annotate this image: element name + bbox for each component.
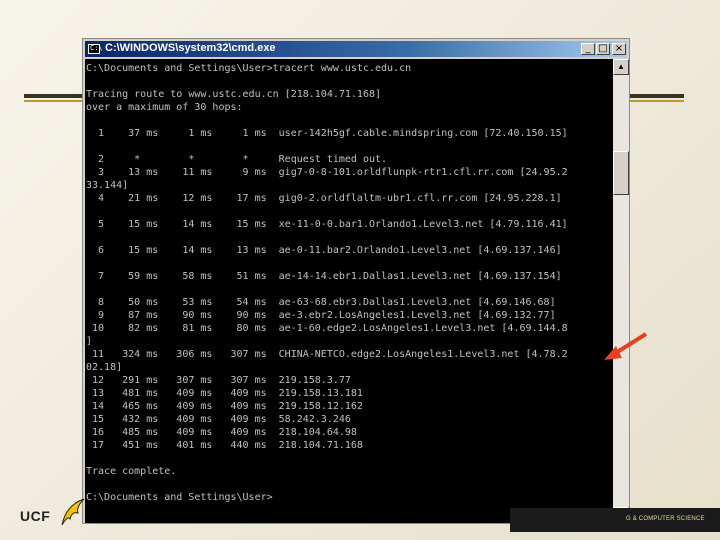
scroll-thumb[interactable]	[613, 151, 629, 195]
window-title: C:\WINDOWS\system32\cmd.exe	[105, 42, 276, 54]
console-line: 5 15 ms 14 ms 15 ms xe-11-0-0.bar1.Orlan…	[86, 219, 568, 230]
console-line: Tracing route to www.ustc.edu.cn [218.10…	[86, 89, 382, 100]
cmd-window: C:\ C:\WINDOWS\system32\cmd.exe _ □ × C:…	[82, 38, 630, 524]
console-text: C:\Documents and Settings\User>tracert w…	[85, 59, 613, 504]
console-line: 9 87 ms 90 ms 90 ms ae-3.ebr2.LosAngeles…	[86, 310, 556, 321]
arrow-shaft	[612, 332, 648, 356]
minimize-button[interactable]: _	[581, 43, 595, 55]
console-line: 15 432 ms 409 ms 409 ms 58.242.3.246	[86, 414, 351, 425]
console-line: 4 21 ms 12 ms 17 ms gig0-2.orldflaltm-ub…	[86, 193, 562, 204]
console-line: 14 465 ms 409 ms 409 ms 219.158.12.162	[86, 401, 363, 412]
console-line: 02.18]	[86, 362, 123, 373]
vertical-scrollbar[interactable]: ▲ ▼	[613, 59, 629, 523]
console-output[interactable]: C:\Documents and Settings\User>tracert w…	[85, 59, 613, 523]
console-line: over a maximum of 30 hops:	[86, 102, 243, 113]
pegasus-logo-icon	[61, 498, 85, 526]
console-line: 17 451 ms 401 ms 440 ms 218.104.71.168	[86, 440, 363, 451]
close-button[interactable]: ×	[612, 43, 626, 55]
console-line: C:\Documents and Settings\User>tracert w…	[86, 63, 412, 74]
console-line: Trace complete.	[86, 466, 177, 477]
console-line: 2 * * * Request timed out.	[86, 154, 388, 165]
console-line: 12 291 ms 307 ms 307 ms 219.158.3.77	[86, 375, 351, 386]
scroll-up-button[interactable]: ▲	[613, 59, 629, 75]
red-arrow-annotation	[604, 332, 648, 360]
console-line: 8 50 ms 53 ms 54 ms ae-63-68.ebr3.Dallas…	[86, 297, 556, 308]
ucf-logo-text: UCF	[20, 508, 51, 524]
console-icon-label: C:\	[90, 44, 103, 52]
arrow-head	[604, 346, 622, 360]
console-line: 1 37 ms 1 ms 1 ms user-142h5gf.cable.min…	[86, 128, 568, 139]
console-line: 13 481 ms 409 ms 409 ms 219.158.13.181	[86, 388, 363, 399]
maximize-button[interactable]: □	[596, 43, 610, 55]
console-icon[interactable]: C:\	[88, 44, 103, 54]
console-line: C:\Documents and Settings\User>	[86, 492, 273, 503]
console-line: 33.144]	[86, 180, 129, 191]
console-line: ]	[86, 336, 93, 347]
console-line: 16 485 ms 409 ms 409 ms 218.104.64.98	[86, 427, 357, 438]
console-line: 10 82 ms 81 ms 80 ms ae-1-60.edge2.LosAn…	[86, 323, 568, 334]
console-line: 11 324 ms 306 ms 307 ms CHINA-NETCO.edge…	[86, 349, 568, 360]
footer-text: G & COMPUTER SCIENCE	[626, 516, 705, 522]
console-line: 3 13 ms 11 ms 9 ms gig7-0-8-101.orldflun…	[86, 167, 568, 178]
console-line: 6 15 ms 14 ms 13 ms ae-0-11.bar2.Orlando…	[86, 245, 562, 256]
console-line: 7 59 ms 58 ms 51 ms ae-14-14.ebr1.Dallas…	[86, 271, 562, 282]
title-bar[interactable]: C:\ C:\WINDOWS\system32\cmd.exe _ □ ×	[85, 41, 627, 57]
